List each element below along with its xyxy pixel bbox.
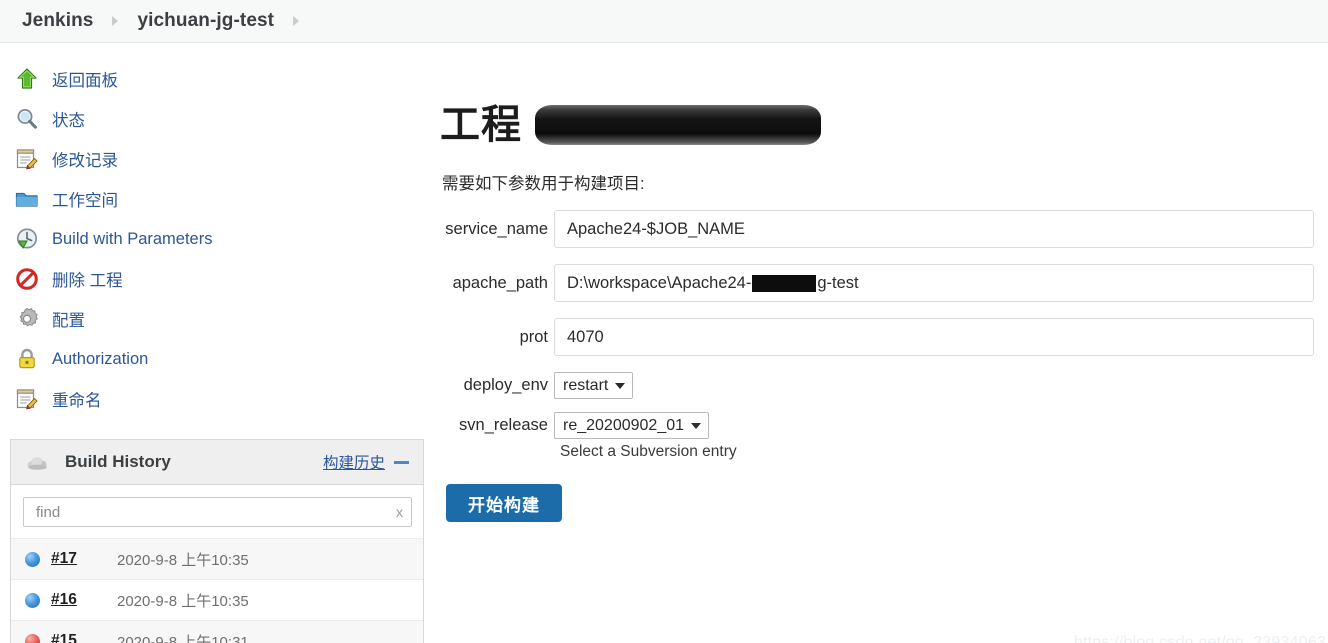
breadcrumb: Jenkins yichuan-jg-test [0,0,1328,43]
status-ball-icon [25,633,40,643]
build-number-link[interactable]: #16 [51,591,117,609]
page-title: 工程 [440,103,522,147]
sidebar-item-rename[interactable]: 重命名 [0,379,432,419]
sidebar-item-status[interactable]: 状态 [0,99,432,139]
deploy-env-label: deploy_env [463,376,548,394]
field-row-apache-path: apache_path D:\workspace\Apache24- g-test [432,264,1328,302]
sidebar-item-authorization[interactable]: Authorization [0,339,432,379]
apache-path-value-prefix: D:\workspace\Apache24- [567,273,752,292]
page-title-row: 工程 [440,105,1328,145]
service-name-label: service_name [445,219,548,238]
field-row-prot: prot 4070 [432,318,1328,356]
sidebar-item-changes[interactable]: 修改记录 [0,139,432,179]
svn-release-selected-value: re_20200902_01 [563,416,685,434]
build-history-link[interactable]: 构建历史 [323,451,385,473]
svn-release-select[interactable]: re_20200902_01 [554,412,710,439]
deploy-env-selected-value: restart [563,376,609,394]
collapse-icon[interactable] [394,460,409,464]
search-input[interactable] [34,502,390,522]
clear-search-icon[interactable]: x [390,504,403,520]
breadcrumb-separator-icon [93,16,137,26]
build-history-header: Build History 构建历史 [11,440,423,485]
build-number-link[interactable]: #15 [51,632,117,643]
sidebar-item-label: 修改记录 [52,152,118,170]
redacted-job-name [535,105,821,145]
svn-release-help-text: Select a Subversion entry [560,443,737,460]
chevron-down-icon [691,422,702,429]
build-history-panel: Build History 构建历史 x #17 2020-9-8 上午10:3… [10,439,424,643]
table-row[interactable]: #17 2020-9-8 上午10:35 [11,538,423,579]
build-number-link[interactable]: #17 [51,550,117,568]
sidebar-item-label: 配置 [52,312,85,330]
deploy-env-select[interactable]: restart [554,372,634,399]
build-history-title: Build History [65,452,171,471]
svn-release-label: svn_release [459,416,548,434]
sidebar-item-workspace[interactable]: 工作空间 [0,179,432,219]
build-history-search-wrap: x [11,485,423,538]
sidebar-item-label: 返回面板 [52,72,118,90]
apache-path-label: apache_path [452,273,548,292]
sidebar-item-delete-project[interactable]: 删除 工程 [0,259,432,299]
field-row-svn-release: svn_release re_20200902_01 [432,412,1328,439]
sidebar-item-configure[interactable]: 配置 [0,299,432,339]
breadcrumb-item-job[interactable]: yichuan-jg-test [137,10,274,32]
sidebar-item-label: Authorization [52,349,149,368]
prot-label: prot [519,327,548,346]
breadcrumb-item-jenkins[interactable]: Jenkins [22,10,93,32]
chevron-down-icon [615,382,626,389]
field-row-service-name: service_name Apache24-$JOB_NAME [432,210,1328,248]
sidebar-item-label: 重命名 [52,392,102,410]
sidebar-item-label: 删除 工程 [52,272,123,290]
apache-path-input[interactable]: D:\workspace\Apache24- g-test [554,264,1314,302]
sidebar-item-label: 工作空间 [52,192,118,210]
status-ball-icon [25,592,40,608]
no-entry-icon [14,266,40,292]
notepad-pencil-icon [14,386,40,412]
redacted-path-segment [752,274,817,292]
field-row-deploy-env: deploy_env restart [432,372,1328,399]
sidebar: 返回面板 状态 修改记录 工作空间 Build with Parameters … [0,43,432,643]
sidebar-item-back-to-dashboard[interactable]: 返回面板 [0,59,432,99]
build-date: 2020-9-8 上午10:35 [117,551,249,569]
gear-icon [14,306,40,332]
parameters-form: service_name Apache24-$JOB_NAME apache_p… [432,210,1328,522]
sidebar-item-label: Build with Parameters [52,229,213,248]
notepad-pencil-icon [14,146,40,172]
weather-cloud-icon [25,451,51,473]
magnifier-icon [14,106,40,132]
parameters-note: 需要如下参数用于构建项目: [442,175,645,193]
build-history-search[interactable]: x [23,497,412,527]
breadcrumb-separator-icon [274,16,318,26]
arrow-up-green-icon [14,66,40,92]
build-date: 2020-9-8 上午10:35 [117,592,249,610]
status-ball-icon [25,551,40,567]
table-row[interactable]: #15 2020-9-8 上午10:31 [11,620,423,643]
watermark: https://blog.csdn.net/qq_23934063 [1073,634,1326,643]
start-build-button[interactable]: 开始构建 [446,484,562,522]
service-name-input[interactable]: Apache24-$JOB_NAME [554,210,1314,248]
apache-path-value-suffix: g-test [817,273,859,292]
folder-icon [14,186,40,212]
sidebar-item-label: 状态 [52,112,85,130]
sidebar-item-build-with-parameters[interactable]: Build with Parameters [0,219,432,259]
lock-icon [14,346,40,372]
prot-input[interactable]: 4070 [554,318,1314,356]
table-row[interactable]: #16 2020-9-8 上午10:35 [11,579,423,620]
build-date: 2020-9-8 上午10:31 [117,633,249,643]
main-content: 工程 需要如下参数用于构建项目: service_name Apache24-$… [432,43,1328,643]
clock-play-icon [14,226,40,252]
